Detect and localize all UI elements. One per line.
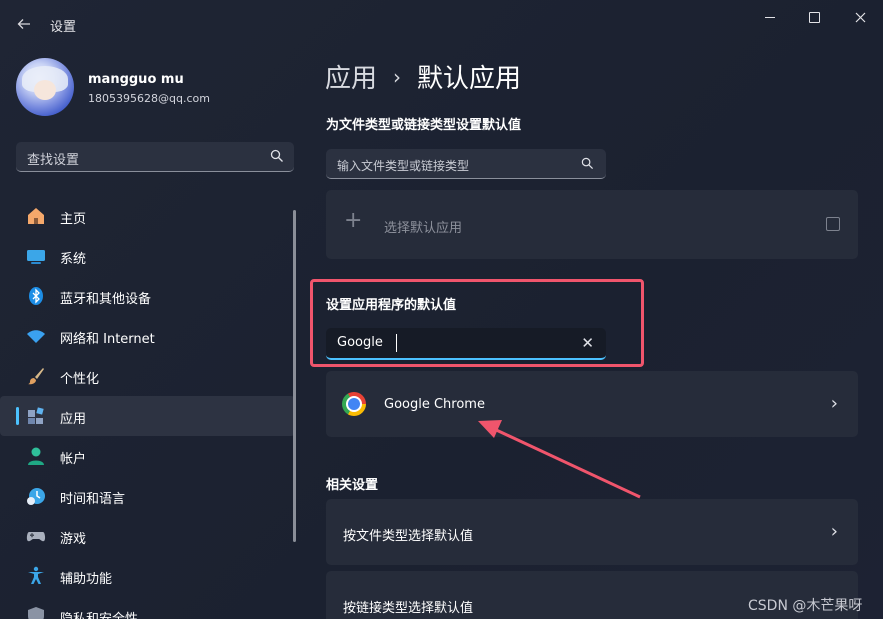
sidebar-item-gaming[interactable]: 游戏 (0, 516, 295, 556)
related-item-label: 按文件类型选择默认值 (343, 529, 474, 544)
window-title: 设置 (50, 20, 77, 35)
home-icon (28, 208, 44, 224)
minimize-button[interactable] (748, 4, 792, 30)
open-external-icon (826, 217, 840, 231)
wifi-icon (27, 330, 45, 343)
sidebar-scrollbar[interactable] (293, 210, 296, 542)
sidebar: mangguo mu 1805395628@qq.com 查找设置 主页 系统 … (0, 46, 305, 619)
sidebar-item-system[interactable]: 系统 (0, 236, 295, 276)
app-section-title: 设置应用程序的默认值 (326, 298, 457, 313)
paintbrush-icon (28, 368, 44, 385)
back-arrow-icon[interactable] (12, 12, 36, 36)
sidebar-item-time-language[interactable]: 时间和语言 (0, 476, 295, 516)
choose-default-app-label: 选择默认应用 (384, 221, 463, 236)
related-item-file-type[interactable]: 按文件类型选择默认值 › (326, 499, 858, 565)
title-bar: 设置 (0, 0, 883, 46)
accessibility-icon (28, 566, 44, 584)
settings-search-input[interactable]: 查找设置 (16, 142, 294, 172)
search-icon[interactable] (581, 157, 594, 170)
breadcrumb: 应用 › 默认应用 (325, 58, 521, 95)
maximize-icon (808, 11, 820, 23)
settings-window: 设置 mangguo mu 1805395628@qq.com 查找设置 主页 … (0, 0, 883, 619)
text-caret (396, 334, 397, 352)
chrome-logo-icon (342, 392, 366, 416)
user-email: 1805395628@qq.com (88, 92, 210, 105)
file-type-search-input[interactable]: 输入文件类型或链接类型 (326, 149, 606, 179)
shield-icon (28, 607, 44, 619)
sidebar-item-bluetooth[interactable]: 蓝牙和其他设备 (0, 276, 295, 316)
close-icon (855, 12, 865, 22)
breadcrumb-parent[interactable]: 应用 (325, 64, 377, 94)
related-item-label: 按链接类型选择默认值 (343, 601, 474, 616)
file-type-section-title: 为文件类型或链接类型设置默认值 (326, 118, 522, 133)
app-search-value: Google (337, 335, 383, 350)
app-search-input[interactable]: Google ✕ (326, 328, 606, 360)
chevron-right-icon: › (830, 393, 838, 414)
chevron-right-icon: › (830, 521, 838, 542)
main-content: 应用 › 默认应用 为文件类型或链接类型设置默认值 输入文件类型或链接类型 + 选择… (310, 46, 883, 619)
sidebar-item-network[interactable]: 网络和 Internet (0, 316, 295, 356)
maximize-button[interactable] (792, 4, 836, 30)
minimize-icon (765, 16, 775, 18)
user-name: mangguo mu (88, 72, 184, 87)
gamepad-icon (26, 532, 46, 542)
clear-icon[interactable]: ✕ (581, 334, 594, 352)
apps-icon (28, 407, 44, 424)
account-icon (28, 447, 44, 465)
time-language-icon (27, 488, 45, 505)
bluetooth-icon (29, 287, 43, 305)
avatar[interactable] (16, 58, 74, 116)
sidebar-nav: 主页 系统 蓝牙和其他设备 网络和 Internet 个性化 应用 帐户 时间和… (0, 196, 295, 619)
watermark: CSDN @木芒果呀 (748, 598, 863, 614)
app-result-label: Google Chrome (384, 397, 485, 412)
sidebar-item-home[interactable]: 主页 (0, 196, 295, 236)
close-button[interactable] (838, 4, 882, 30)
plus-icon: + (344, 208, 363, 233)
related-settings-title: 相关设置 (326, 478, 379, 493)
sidebar-item-privacy[interactable]: 隐私和安全性 (0, 596, 295, 619)
sidebar-item-personalization[interactable]: 个性化 (0, 356, 295, 396)
breadcrumb-separator: › (393, 65, 402, 89)
system-display-icon (27, 250, 45, 264)
sidebar-item-accounts[interactable]: 帐户 (0, 436, 295, 476)
search-placeholder: 查找设置 (27, 153, 80, 168)
page-title: 默认应用 (417, 64, 522, 94)
sidebar-item-accessibility[interactable]: 辅助功能 (0, 556, 295, 596)
annotation-arrow (478, 420, 641, 499)
file-type-search-placeholder: 输入文件类型或链接类型 (337, 159, 470, 173)
choose-default-app-card[interactable]: + 选择默认应用 (326, 190, 858, 259)
sidebar-item-apps[interactable]: 应用 (0, 396, 295, 436)
search-icon[interactable] (270, 149, 284, 163)
